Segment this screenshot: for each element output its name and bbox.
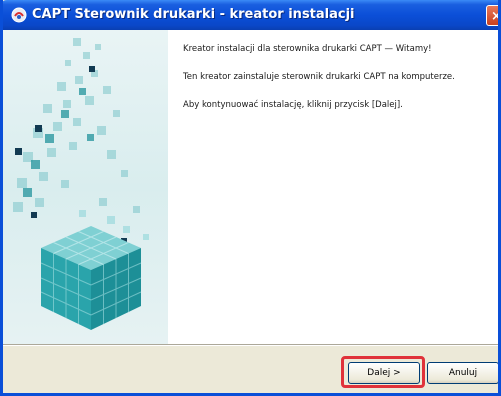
- title-bar[interactable]: CAPT Sterownik drukarki - kreator instal…: [3, 0, 498, 30]
- welcome-heading: Kreator instalacji dla sterownika drukar…: [183, 44, 432, 54]
- printer-app-icon: [11, 7, 27, 23]
- description-text: Ten kreator zainstaluje sterownik drukar…: [183, 72, 455, 82]
- next-button[interactable]: Dalej >: [348, 362, 420, 384]
- cube-illustration: [13, 38, 149, 330]
- wizard-text: Kreator instalacji dla sterownika drukar…: [183, 44, 483, 128]
- wizard-content: Kreator instalacji dla sterownika drukar…: [3, 30, 498, 344]
- instruction-text: Aby kontynuować instalację, kliknij przy…: [183, 100, 403, 110]
- close-button[interactable]: ×: [486, 5, 498, 26]
- installer-window: CAPT Sterownik drukarki - kreator instal…: [0, 0, 501, 396]
- window-title: CAPT Sterownik drukarki - kreator instal…: [32, 7, 355, 22]
- footer-divider: [3, 344, 498, 346]
- wizard-side-image: [3, 30, 168, 344]
- cancel-button[interactable]: Anuluj: [427, 362, 498, 384]
